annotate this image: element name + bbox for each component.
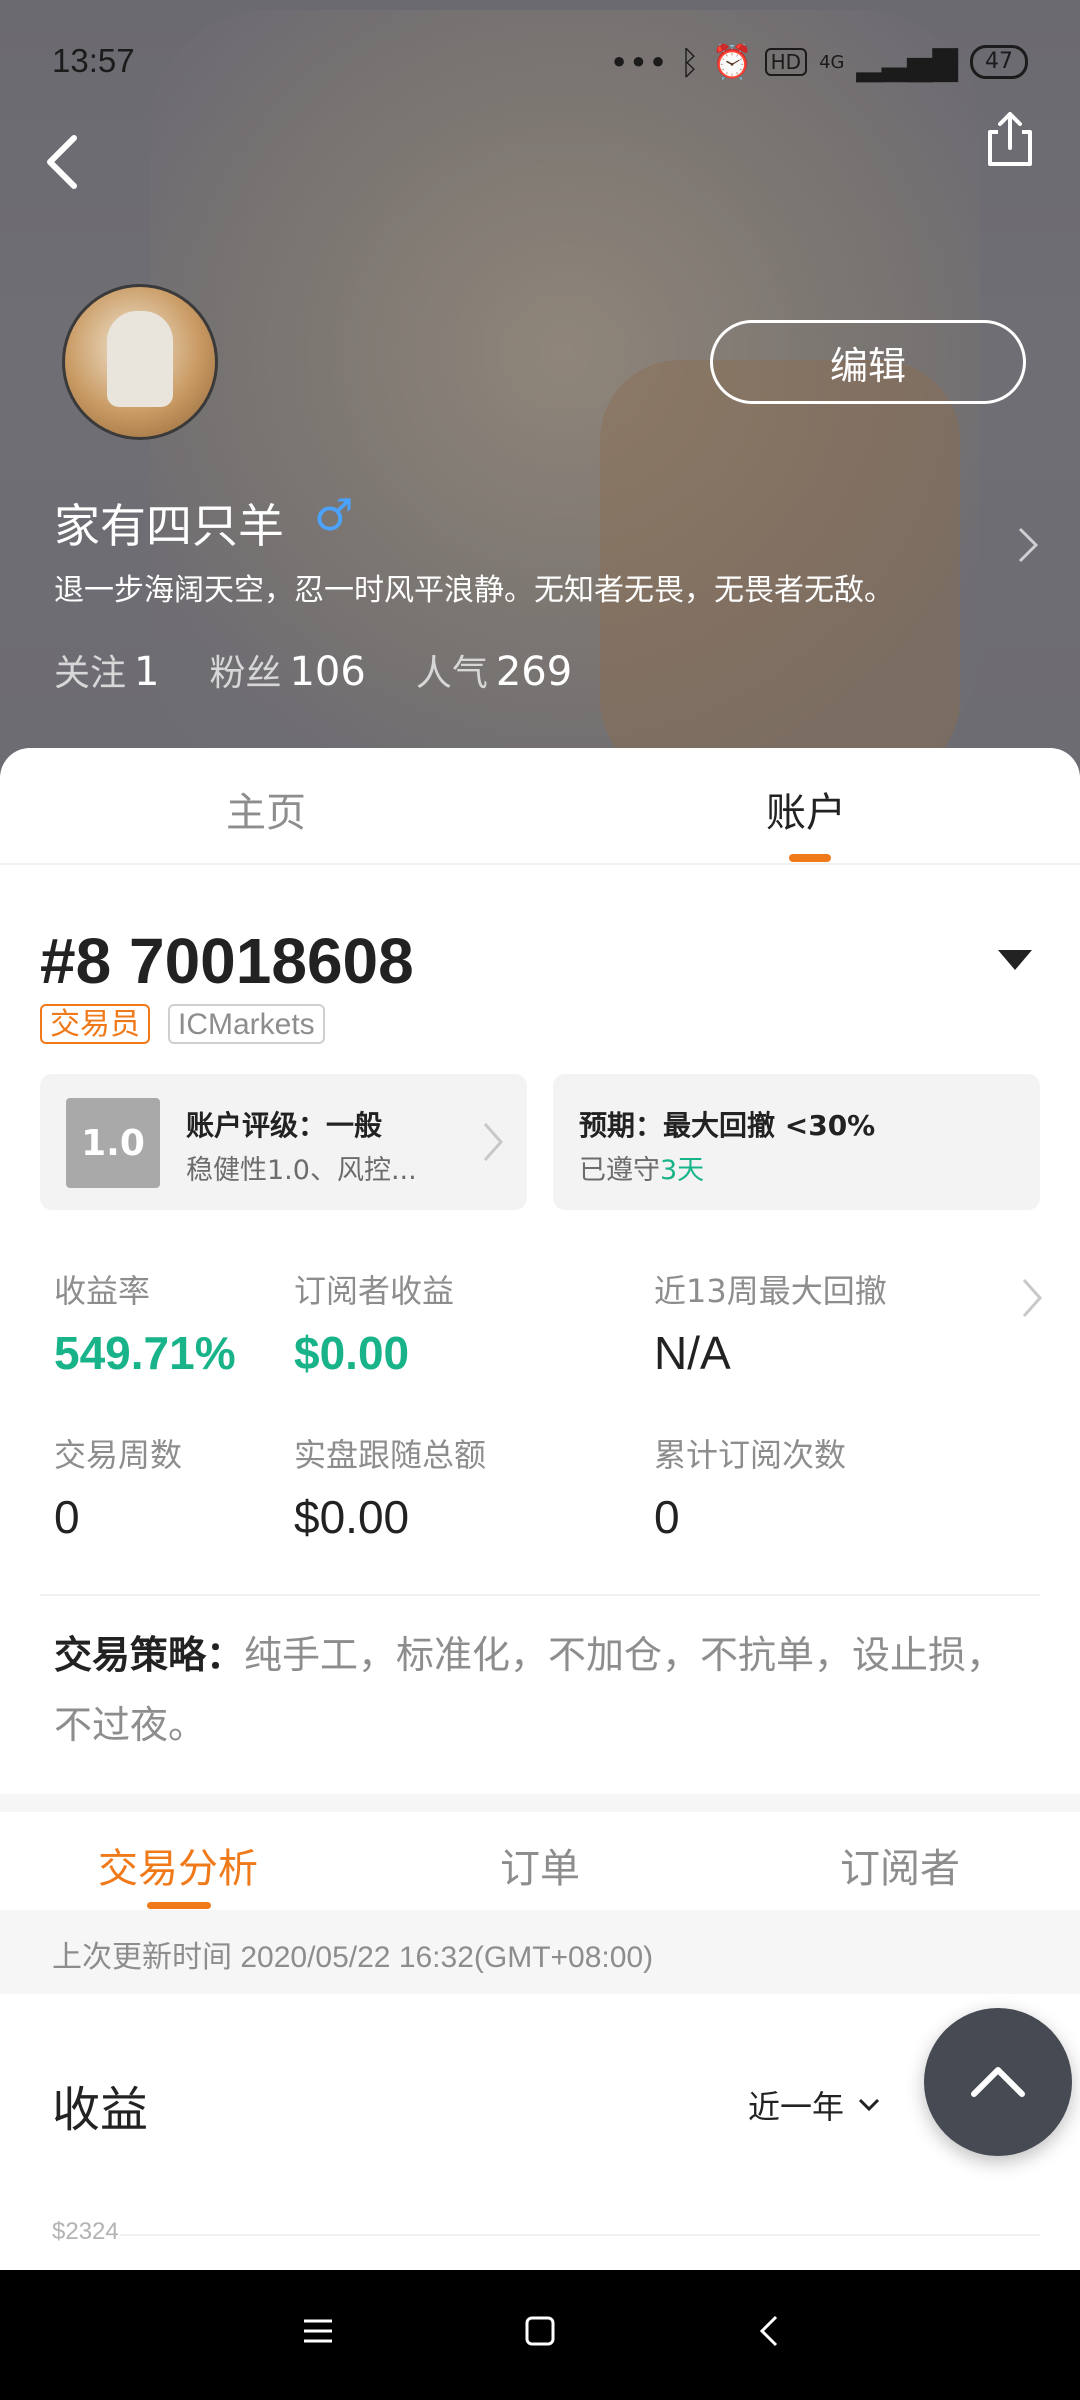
tab-trade-analysis[interactable]: 交易分析 [98, 1836, 258, 1894]
stat-label: 关注 [54, 653, 127, 694]
avatar[interactable] [62, 284, 218, 440]
metric-label: 近13周最大回撤 [654, 1272, 887, 1310]
strategy-label: 交易策略： [54, 1633, 245, 1677]
expectation-detail: 已遵守3天 [579, 1148, 704, 1187]
expectation-days: 3天 [660, 1155, 705, 1186]
metric-label: 收益率 [54, 1272, 151, 1310]
status-bar: 13:57 ••• ᛒ ⏰ HD 4G ▂▃▅▇ 47 [52, 42, 1028, 88]
share-icon [988, 112, 1032, 166]
metric-return-rate: 收益率 549.71% [54, 1266, 236, 1380]
status-time: 13:57 [52, 42, 135, 79]
tab-account[interactable]: 账户 [766, 780, 846, 838]
stat-value: 1 [134, 649, 160, 695]
rating-detail: 稳健性1.0、风控... [186, 1155, 417, 1186]
system-nav-bar [0, 2270, 1080, 2400]
tab-subscribers[interactable]: 订阅者 [840, 1836, 960, 1894]
metric-label: 实盘跟随总额 [294, 1436, 487, 1474]
tab-orders[interactable]: 订单 [500, 1836, 580, 1894]
home-button[interactable] [522, 2313, 558, 2353]
more-dots-icon: ••• [609, 42, 668, 82]
range-filter[interactable]: 近一年 [748, 2082, 880, 2128]
range-filter-label: 近一年 [748, 2088, 845, 2126]
metric-label: 订阅者收益 [294, 1272, 455, 1310]
battery-icon: 47 [970, 45, 1028, 79]
expectation-title: 预期：最大回撤 <30% [579, 1109, 876, 1142]
scroll-top-button[interactable] [924, 2008, 1072, 2156]
home-icon [525, 2316, 555, 2346]
account-rating-card[interactable]: 1.0 账户评级：一般 稳健性1.0、风控... [40, 1074, 527, 1210]
gender-icon: ♂ [314, 490, 354, 541]
back-button[interactable] [36, 130, 96, 190]
chart-gridline [120, 2234, 1040, 2236]
expectation-card: 预期：最大回撤 <30% 已遵守3天 [553, 1074, 1040, 1210]
rating-title: 账户评级：一般 [186, 1109, 383, 1142]
status-icons: ••• ᛒ ⏰ HD 4G ▂▃▅▇ 47 [609, 42, 1028, 82]
profile-detail-button[interactable] [1016, 525, 1040, 569]
share-button[interactable] [980, 110, 1040, 170]
back-nav-icon [759, 2315, 778, 2347]
chart-y-label: $2324 [52, 2218, 119, 2245]
menu-button[interactable] [300, 2313, 336, 2353]
earnings-title: 收益 [52, 2082, 149, 2138]
chevron-right-icon [1018, 527, 1039, 563]
profile-header: 13:57 ••• ᛒ ⏰ HD 4G ▂▃▅▇ 47 编辑 家有四只羊 ♂ 退… [0, 0, 1080, 780]
metric-label: 交易周数 [54, 1436, 183, 1474]
metric-value: N/A [654, 1327, 731, 1379]
stat-value: 106 [289, 649, 366, 695]
menu-icon [304, 2319, 332, 2343]
hd-icon: HD [764, 48, 808, 76]
back-nav-button[interactable] [752, 2313, 788, 2353]
edit-profile-button[interactable]: 编辑 [710, 320, 1026, 404]
expectation-prefix: 已遵守 [579, 1155, 660, 1186]
metric-subscription-count: 累计订阅次数 0 [654, 1430, 846, 1544]
subtab-indicator [147, 1902, 211, 1909]
tab-indicator [789, 854, 831, 862]
trader-badge: 交易员 [40, 1004, 150, 1044]
metric-trading-weeks: 交易周数 0 [54, 1430, 182, 1544]
divider [40, 1594, 1040, 1596]
last-updated: 上次更新时间 2020/05/22 16:32(GMT+08:00) [52, 1941, 654, 1974]
chevron-right-icon[interactable] [1020, 1276, 1044, 1324]
metric-value: 549.71% [54, 1327, 236, 1379]
broker-badge: ICMarkets [168, 1004, 325, 1044]
chevron-right-icon [481, 1120, 505, 1168]
stat-label: 粉丝 [209, 653, 282, 694]
metric-value: 0 [54, 1491, 80, 1543]
profile-stats: 关注 1 粉丝 106 人气 269 [54, 644, 572, 696]
chevron-down-icon [858, 2098, 880, 2112]
content-card: 主页 账户 #8 70018608 交易员 ICMarkets 1.0 账户评级… [0, 748, 1080, 2270]
metric-max-drawdown[interactable]: 近13周最大回撤 N/A [654, 1266, 887, 1380]
stat-value: 269 [495, 649, 573, 695]
scroll-top-icon [971, 2067, 1025, 2097]
metric-label: 累计订阅次数 [654, 1436, 847, 1474]
profile-tabs: 主页 账户 [0, 748, 1080, 865]
metric-value: $0.00 [294, 1491, 410, 1543]
section-spacer [0, 1794, 1080, 1812]
rating-score: 1.0 [66, 1098, 160, 1188]
bluetooth-icon: ᛒ [679, 42, 700, 82]
metric-value: 0 [654, 1491, 680, 1543]
stat-following[interactable]: 关注 1 [54, 644, 159, 696]
trading-strategy: 交易策略：纯手工，标准化，不加仓，不抗单，设止损，不过夜。 [54, 1620, 1014, 1760]
metric-subscriber-earnings: 订阅者收益 $0.00 [294, 1266, 454, 1380]
account-dropdown-icon[interactable] [998, 950, 1032, 970]
alarm-icon: ⏰ [711, 42, 753, 81]
stat-followers[interactable]: 粉丝 106 [209, 644, 365, 696]
back-icon [47, 135, 77, 189]
signal-icon: ▂▃▅▇ [856, 42, 958, 82]
username: 家有四只羊 [54, 499, 284, 553]
stat-label: 人气 [415, 653, 488, 694]
profile-bio: 退一步海阔天空，忍一时风平浪静。无知者无畏，无畏者无敌。 [54, 573, 894, 608]
account-title: #8 70018608 [40, 925, 414, 997]
network-type-label: 4G [819, 51, 845, 73]
metric-follow-total: 实盘跟随总额 $0.00 [294, 1430, 486, 1544]
metric-value: $0.00 [294, 1327, 410, 1379]
stat-popularity: 人气 269 [416, 644, 572, 696]
tab-home[interactable]: 主页 [226, 780, 306, 838]
